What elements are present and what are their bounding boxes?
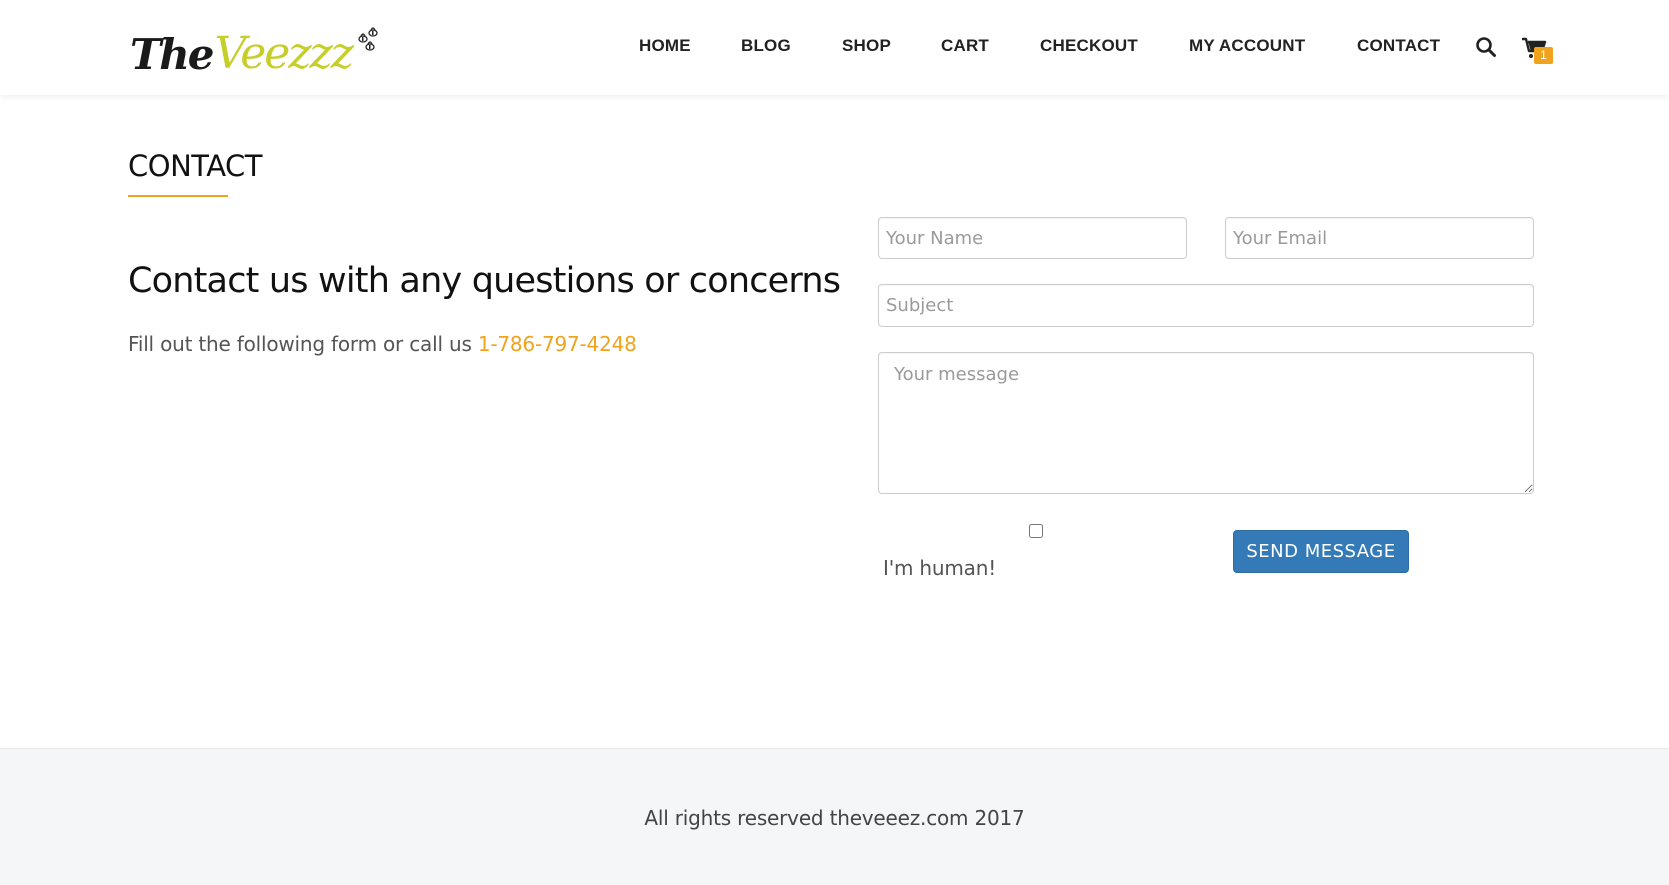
site-footer: All rights reserved theveeez.com 2017 — [0, 748, 1669, 885]
intro-text: Fill out the following form or call us — [128, 332, 478, 356]
cart-count-badge: 1 — [1534, 47, 1553, 64]
send-message-button[interactable]: SEND MESSAGE — [1233, 530, 1409, 573]
bees-icon — [354, 26, 382, 60]
search-icon[interactable] — [1475, 36, 1497, 58]
subject-field[interactable] — [878, 284, 1534, 327]
nav-item-my-account[interactable]: MY ACCOUNT — [1189, 35, 1305, 57]
site-logo[interactable]: The Veezzz — [130, 14, 382, 76]
page-title: CONTACT — [128, 149, 263, 183]
phone-link[interactable]: 1-786-797-4248 — [478, 332, 637, 356]
nav-item-contact[interactable]: CONTACT — [1357, 35, 1440, 57]
nav-item-cart[interactable]: CART — [941, 35, 989, 57]
copyright-text: All rights reserved theveeez.com 2017 — [644, 806, 1025, 830]
human-checkbox[interactable] — [1029, 524, 1043, 538]
site-header: The Veezzz HOME BLOG SHOP CART CHECKOUT … — [0, 0, 1669, 95]
logo-text-the: The — [130, 30, 215, 79]
logo-text-brand: Veezzz — [214, 28, 354, 79]
title-underline — [128, 195, 228, 197]
name-field[interactable] — [878, 217, 1187, 259]
nav-item-home[interactable]: HOME — [639, 35, 691, 57]
nav-item-checkout[interactable]: CHECKOUT — [1040, 35, 1138, 57]
nav-item-shop[interactable]: SHOP — [842, 35, 891, 57]
contact-headline: Contact us with any questions or concern… — [128, 261, 841, 301]
human-label: I'm human! — [883, 556, 997, 580]
message-field[interactable] — [878, 352, 1534, 494]
email-field[interactable] — [1225, 217, 1534, 259]
nav-item-blog[interactable]: BLOG — [741, 35, 791, 57]
contact-intro: Fill out the following form or call us 1… — [128, 331, 637, 357]
